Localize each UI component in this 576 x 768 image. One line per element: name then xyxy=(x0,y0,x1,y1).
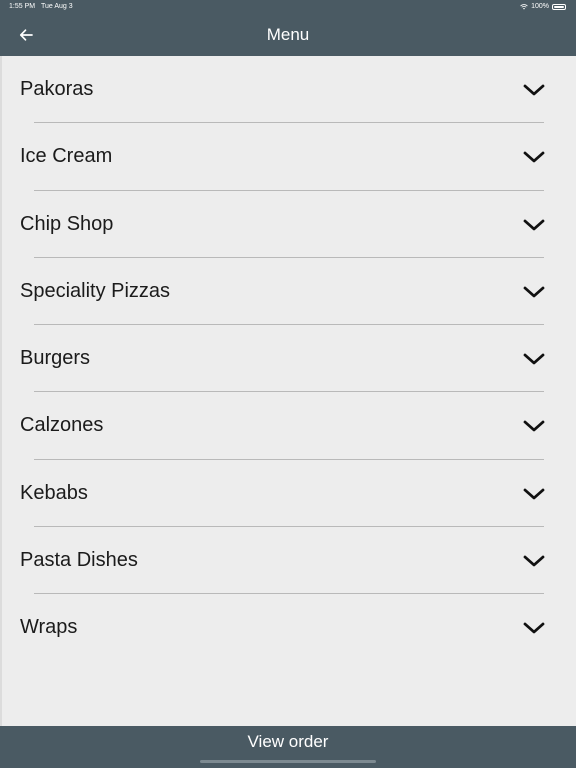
menu-category-label: Wraps xyxy=(20,616,78,639)
chevron-down-icon[interactable] xyxy=(522,414,546,438)
menu-category-label: Pakoras xyxy=(20,78,94,100)
menu-category-label: Speciality Pizzas xyxy=(20,279,171,302)
menu-category-label: Chip Shop xyxy=(20,212,114,235)
menu-category-calzones[interactable]: Calzones xyxy=(0,392,576,460)
menu-category-chip-shop[interactable]: Chip Shop xyxy=(0,191,576,258)
navigation-bar: Menu xyxy=(0,14,576,56)
status-date: Tue Aug 3 xyxy=(41,3,73,10)
battery-icon xyxy=(552,4,566,10)
chevron-down-icon[interactable] xyxy=(522,78,546,102)
menu-category-label: Kebabs xyxy=(20,481,88,504)
chevron-down-icon[interactable] xyxy=(522,549,546,573)
menu-category-label: Ice Cream xyxy=(20,145,113,168)
status-bar: 1:55 PM Tue Aug 3 100% xyxy=(0,0,576,14)
menu-category-list: Pakoras Ice Cream Chip Shop Speciality P… xyxy=(0,56,576,662)
chevron-down-icon[interactable] xyxy=(522,347,546,371)
menu-category-label: Burgers xyxy=(20,347,91,370)
menu-category-label: Pasta Dishes xyxy=(20,549,138,572)
menu-category-pasta-dishes[interactable]: Pasta Dishes xyxy=(0,527,576,595)
chevron-down-icon[interactable] xyxy=(522,213,546,237)
menu-category-speciality-pizzas[interactable]: Speciality Pizzas xyxy=(0,258,576,326)
menu-category-burgers[interactable]: Burgers xyxy=(0,325,576,393)
battery-percent: 100% xyxy=(531,3,549,10)
view-order-button[interactable]: View order xyxy=(0,726,576,758)
chevron-down-icon[interactable] xyxy=(522,280,546,304)
menu-category-kebabs[interactable]: Kebabs xyxy=(0,460,576,528)
status-right: 100% xyxy=(520,0,566,14)
chevron-down-icon[interactable] xyxy=(522,482,546,506)
status-time: 1:55 PM xyxy=(9,3,36,10)
chevron-down-icon[interactable] xyxy=(522,616,546,640)
home-indicator xyxy=(200,760,376,763)
page-title: Menu xyxy=(266,25,310,44)
menu-category-ice-cream[interactable]: Ice Cream xyxy=(0,123,576,191)
bottom-bar: View order xyxy=(0,726,576,768)
menu-category-pakoras[interactable]: Pakoras xyxy=(0,56,576,124)
menu-content: Pakoras Ice Cream Chip Shop Speciality P… xyxy=(0,56,576,726)
chevron-down-icon[interactable] xyxy=(522,145,546,169)
menu-category-wraps[interactable]: Wraps xyxy=(0,594,576,661)
left-edge-strip xyxy=(0,56,2,726)
wifi-icon xyxy=(520,4,528,10)
menu-category-label: Calzones xyxy=(20,414,104,437)
